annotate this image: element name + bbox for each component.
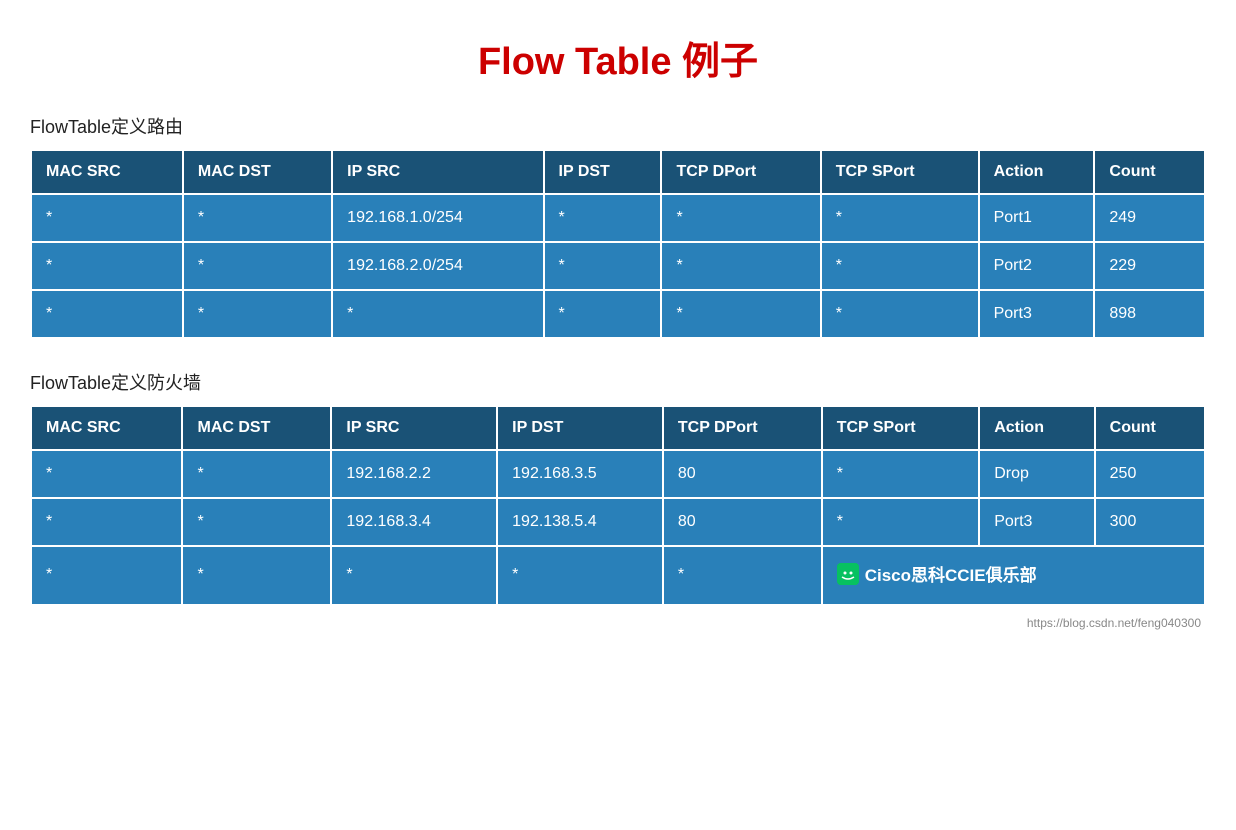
table2-header-cell: TCP DPort [663, 406, 822, 450]
table-cell: * [661, 242, 820, 290]
table1-header-cell: TCP DPort [661, 150, 820, 194]
table-cell: 80 [663, 450, 822, 498]
flow-table-routing: MAC SRCMAC DSTIP SRCIP DSTTCP DPortTCP S… [30, 149, 1206, 339]
table-cell: 229 [1094, 242, 1205, 290]
footer-url: https://blog.csdn.net/feng040300 [30, 616, 1206, 630]
table-cell: * [544, 194, 662, 242]
table-cell: 898 [1094, 290, 1205, 338]
table2-header-cell: MAC SRC [31, 406, 182, 450]
table-cell: * [183, 194, 332, 242]
table1-header-cell: Action [979, 150, 1095, 194]
table-cell: * [544, 242, 662, 290]
table-cell: 192.168.1.0/254 [332, 194, 543, 242]
table-cell: * [661, 194, 820, 242]
table-cell: Cisco思科CCIE俱乐部 [822, 546, 1205, 605]
table-cell: 80 [663, 498, 822, 546]
table-cell: * [182, 498, 331, 546]
table-row: **192.168.2.2192.168.3.580*Drop250 [31, 450, 1205, 498]
table-row: ******Port3898 [31, 290, 1205, 338]
table-row: **192.168.1.0/254***Port1249 [31, 194, 1205, 242]
watermark: Cisco思科CCIE俱乐部 [837, 561, 1037, 586]
table-cell: * [31, 290, 183, 338]
table-cell: * [183, 242, 332, 290]
page-title: Flow Table 例子 [30, 20, 1206, 85]
table2-header-cell: Action [979, 406, 1094, 450]
table-row: **192.168.2.0/254***Port2229 [31, 242, 1205, 290]
flow-table-firewall: MAC SRCMAC DSTIP SRCIP DSTTCP DPortTCP S… [30, 405, 1206, 606]
table2-header-cell: MAC DST [182, 406, 331, 450]
table1-header-cell: IP SRC [332, 150, 543, 194]
table-cell: * [332, 290, 543, 338]
table-cell: * [31, 194, 183, 242]
table-cell: * [183, 290, 332, 338]
table-cell: Drop [979, 450, 1094, 498]
table-cell: Port3 [979, 290, 1095, 338]
table2-header-cell: IP SRC [331, 406, 497, 450]
table-cell: Port1 [979, 194, 1095, 242]
table-cell: 192.168.2.0/254 [332, 242, 543, 290]
table-cell: * [31, 450, 182, 498]
table-cell: 192.138.5.4 [497, 498, 663, 546]
table1-header-cell: MAC DST [183, 150, 332, 194]
table-cell: * [822, 498, 980, 546]
table-cell: * [822, 450, 980, 498]
table-cell: * [821, 290, 979, 338]
table-cell: * [821, 242, 979, 290]
section-label-1: FlowTable定义路由 [30, 113, 1206, 139]
table2-header-cell: TCP SPort [822, 406, 980, 450]
watermark-text: Cisco思科CCIE俱乐部 [865, 561, 1037, 586]
table-cell: * [182, 450, 331, 498]
table1-header-cell: Count [1094, 150, 1205, 194]
table-cell: 250 [1095, 450, 1205, 498]
table-cell: * [497, 546, 663, 605]
table-row: ***** Cisco思科CCIE俱乐部 [31, 546, 1205, 605]
table2-header-cell: IP DST [497, 406, 663, 450]
table1-header-cell: IP DST [544, 150, 662, 194]
table1-header-row: MAC SRCMAC DSTIP SRCIP DSTTCP DPortTCP S… [31, 150, 1205, 194]
table-cell: * [182, 546, 331, 605]
table-cell: Port3 [979, 498, 1094, 546]
table1-header-cell: TCP SPort [821, 150, 979, 194]
table-cell: 249 [1094, 194, 1205, 242]
table-cell: 300 [1095, 498, 1205, 546]
table2-header-row: MAC SRCMAC DSTIP SRCIP DSTTCP DPortTCP S… [31, 406, 1205, 450]
table-cell: * [31, 546, 182, 605]
table-cell: Port2 [979, 242, 1095, 290]
table-cell: * [31, 498, 182, 546]
table-cell: 192.168.3.4 [331, 498, 497, 546]
table-row: **192.168.3.4192.138.5.480*Port3300 [31, 498, 1205, 546]
table-cell: * [544, 290, 662, 338]
table-cell: * [663, 546, 822, 605]
table-cell: * [661, 290, 820, 338]
table-cell: 192.168.3.5 [497, 450, 663, 498]
table2-header-cell: Count [1095, 406, 1205, 450]
table-cell: * [821, 194, 979, 242]
table-cell: * [31, 242, 183, 290]
table-cell: 192.168.2.2 [331, 450, 497, 498]
section-label-2: FlowTable定义防火墙 [30, 369, 1206, 395]
table-cell: * [331, 546, 497, 605]
wechat-icon [837, 563, 859, 585]
table1-header-cell: MAC SRC [31, 150, 183, 194]
